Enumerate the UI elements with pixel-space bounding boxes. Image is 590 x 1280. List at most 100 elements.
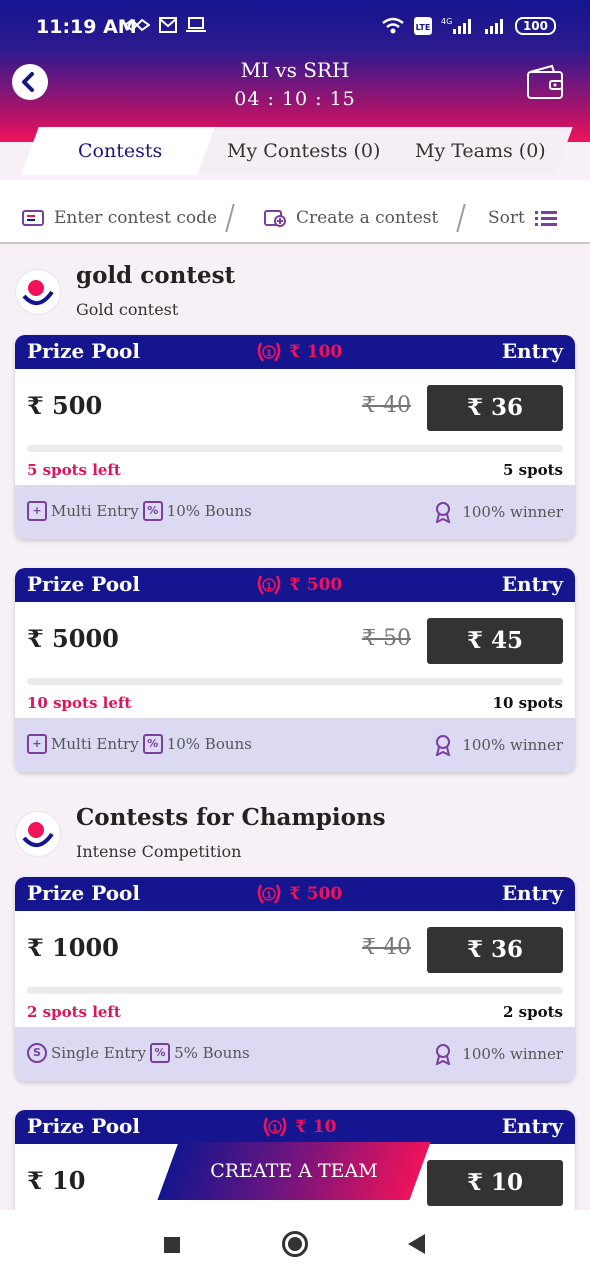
bonus-label: 10% Bouns	[166, 502, 252, 520]
divider	[225, 204, 235, 232]
card-header: Prize Pool 1 ₹ 100 Entry	[15, 335, 575, 369]
prize-pool-label: Prize Pool	[27, 1114, 140, 1138]
create-team-label: CREATE A TEAM	[210, 1160, 378, 1182]
battery-icon: 100	[514, 17, 556, 35]
app-header: 11:19 AM LTE 4G 100 MI vs SRH 04 : 10 : …	[0, 0, 590, 142]
card-footer: S Single Entry % 5% Bouns 100% winner	[15, 1027, 575, 1081]
sort-button[interactable]: Sort	[488, 208, 557, 228]
divider	[456, 204, 466, 232]
multi-entry-icon: +	[27, 501, 47, 521]
spots-progress-bar	[27, 678, 563, 685]
spots-left: 2 spots left	[27, 1003, 121, 1021]
svg-text:1: 1	[266, 891, 272, 901]
bonus-label: 5% Bouns	[174, 1044, 250, 1062]
tab-my-contests-label: My Contests (0)	[227, 140, 381, 162]
tab-my-teams-label: My Teams (0)	[414, 140, 546, 162]
countdown-timer: 04 : 10 : 15	[234, 88, 356, 110]
contest-card[interactable]: Prize Pool 1 ₹ 100 Entry ₹ 500 ₹ 40 ₹ 36…	[15, 335, 575, 539]
join-entry-button[interactable]: ₹ 10	[427, 1160, 563, 1206]
rank-one-laurel-icon: 1	[257, 575, 281, 595]
prize-pool-amount: ₹ 500	[27, 391, 103, 420]
prize-pool-label: Prize Pool	[27, 881, 140, 905]
create-contest-button[interactable]: Create a contest	[264, 208, 438, 228]
entry-label: Entry	[501, 572, 563, 596]
create-team-button[interactable]: CREATE A TEAM	[157, 1142, 431, 1200]
card-body: ₹ 1000 ₹ 40 ₹ 36 2 spots left 2 spots	[15, 911, 575, 1027]
app-logo	[16, 812, 60, 856]
create-contest-label: Create a contest	[296, 208, 439, 228]
prize-pool-label: Prize Pool	[27, 339, 140, 363]
percent-bonus-icon: %	[150, 1043, 171, 1063]
rank-one-laurel-icon: 1	[257, 342, 281, 362]
first-prize: 1 ₹ 10	[261, 1114, 336, 1140]
contest-tabs: Contests My Contests (0) My Teams (0)	[0, 124, 590, 180]
percent-bonus-icon: %	[142, 734, 163, 754]
system-nav-bar	[0, 1210, 590, 1280]
spots-left: 10 spots left	[27, 694, 132, 712]
join-entry-button[interactable]: ₹ 45	[427, 618, 563, 664]
status-bar: 11:19 AM LTE 4G 100	[0, 0, 590, 56]
spots-progress-bar	[27, 445, 563, 452]
card-body: ₹ 5000 ₹ 50 ₹ 45 10 spots left 10 spots	[15, 602, 575, 718]
laptop-icon	[186, 17, 206, 32]
first-prize-amount: ₹ 500	[289, 575, 343, 595]
award-ribbon-icon	[436, 1044, 451, 1065]
sort-label: Sort	[488, 208, 525, 228]
section-subtitle: Intense Competition	[76, 842, 242, 861]
first-prize-amount: ₹ 500	[289, 884, 343, 904]
original-entry-fee: ₹ 50	[362, 626, 411, 651]
percent-bonus-icon: %	[142, 501, 163, 521]
winner-info: 100% winner	[434, 501, 563, 523]
join-entry-button[interactable]: ₹ 36	[427, 927, 563, 973]
winner-percentage: 100% winner	[462, 1045, 563, 1063]
card-header: Prize Pool 1 ₹ 500 Entry	[15, 877, 575, 911]
join-entry-button[interactable]: ₹ 36	[427, 385, 563, 431]
ticket-icon	[22, 210, 44, 226]
first-prize: 1 ₹ 100	[255, 339, 342, 365]
spots-left: 5 spots left	[27, 461, 121, 479]
enter-contest-code-button[interactable]: Enter contest code	[22, 208, 217, 228]
svg-text:1: 1	[266, 582, 272, 592]
match-title: MI vs SRH	[240, 58, 350, 82]
tab-contests[interactable]: Contests	[21, 127, 219, 175]
contest-features: + Multi Entry % 10% Bouns	[27, 501, 252, 521]
total-spots: 5 spots	[503, 461, 563, 479]
status-time: 11:19 AM	[36, 16, 137, 38]
mail-icon	[159, 17, 177, 33]
action-bar: Enter contest code Create a contest Sort	[0, 180, 590, 244]
tab-contests-label: Contests	[77, 140, 163, 162]
prize-pool-label: Prize Pool	[27, 572, 140, 596]
card-footer: + Multi Entry % 10% Bouns 100% winner	[15, 485, 575, 539]
back-nav-icon[interactable]	[408, 1234, 425, 1254]
total-spots: 10 spots	[492, 694, 563, 712]
system-icons: LTE 4G 100	[381, 17, 556, 35]
signal-icon: 4G	[441, 17, 471, 34]
entry-label: Entry	[501, 1114, 563, 1138]
enter-contest-code-label: Enter contest code	[54, 208, 218, 228]
contest-card[interactable]: Prize Pool 1 ₹ 500 Entry ₹ 5000 ₹ 50 ₹ 4…	[15, 568, 575, 772]
winner-info: 100% winner	[434, 734, 563, 756]
entry-label: Entry	[501, 881, 563, 905]
network-type-label: 4G	[441, 17, 452, 26]
card-body: ₹ 500 ₹ 40 ₹ 36 5 spots left 5 spots	[15, 369, 575, 485]
recent-apps-icon[interactable]	[164, 1237, 180, 1253]
entry-type-label: Single Entry	[51, 1044, 147, 1062]
wallet-button[interactable]	[526, 64, 564, 100]
tab-my-teams[interactable]: My Teams (0)	[387, 127, 573, 175]
app-logo	[16, 270, 60, 314]
svg-text:1: 1	[272, 1124, 278, 1134]
original-entry-fee: ₹ 40	[362, 935, 411, 960]
wifi-icon	[382, 17, 404, 34]
wallet-icon	[527, 64, 563, 99]
winner-info: 100% winner	[434, 1043, 563, 1065]
home-icon[interactable]	[282, 1231, 308, 1257]
svg-text:LTE: LTE	[416, 23, 431, 32]
contest-card[interactable]: Prize Pool 1 ₹ 500 Entry ₹ 1000 ₹ 40 ₹ 3…	[15, 877, 575, 1081]
card-header: Prize Pool 1 ₹ 500 Entry	[15, 568, 575, 602]
multi-entry-icon: +	[27, 734, 47, 754]
svg-text:1: 1	[266, 349, 272, 359]
tab-my-contests[interactable]: My Contests (0)	[197, 127, 411, 175]
rank-one-laurel-icon: 1	[263, 1117, 287, 1137]
add-contest-icon	[264, 210, 286, 227]
app-notification-icon	[124, 18, 150, 32]
